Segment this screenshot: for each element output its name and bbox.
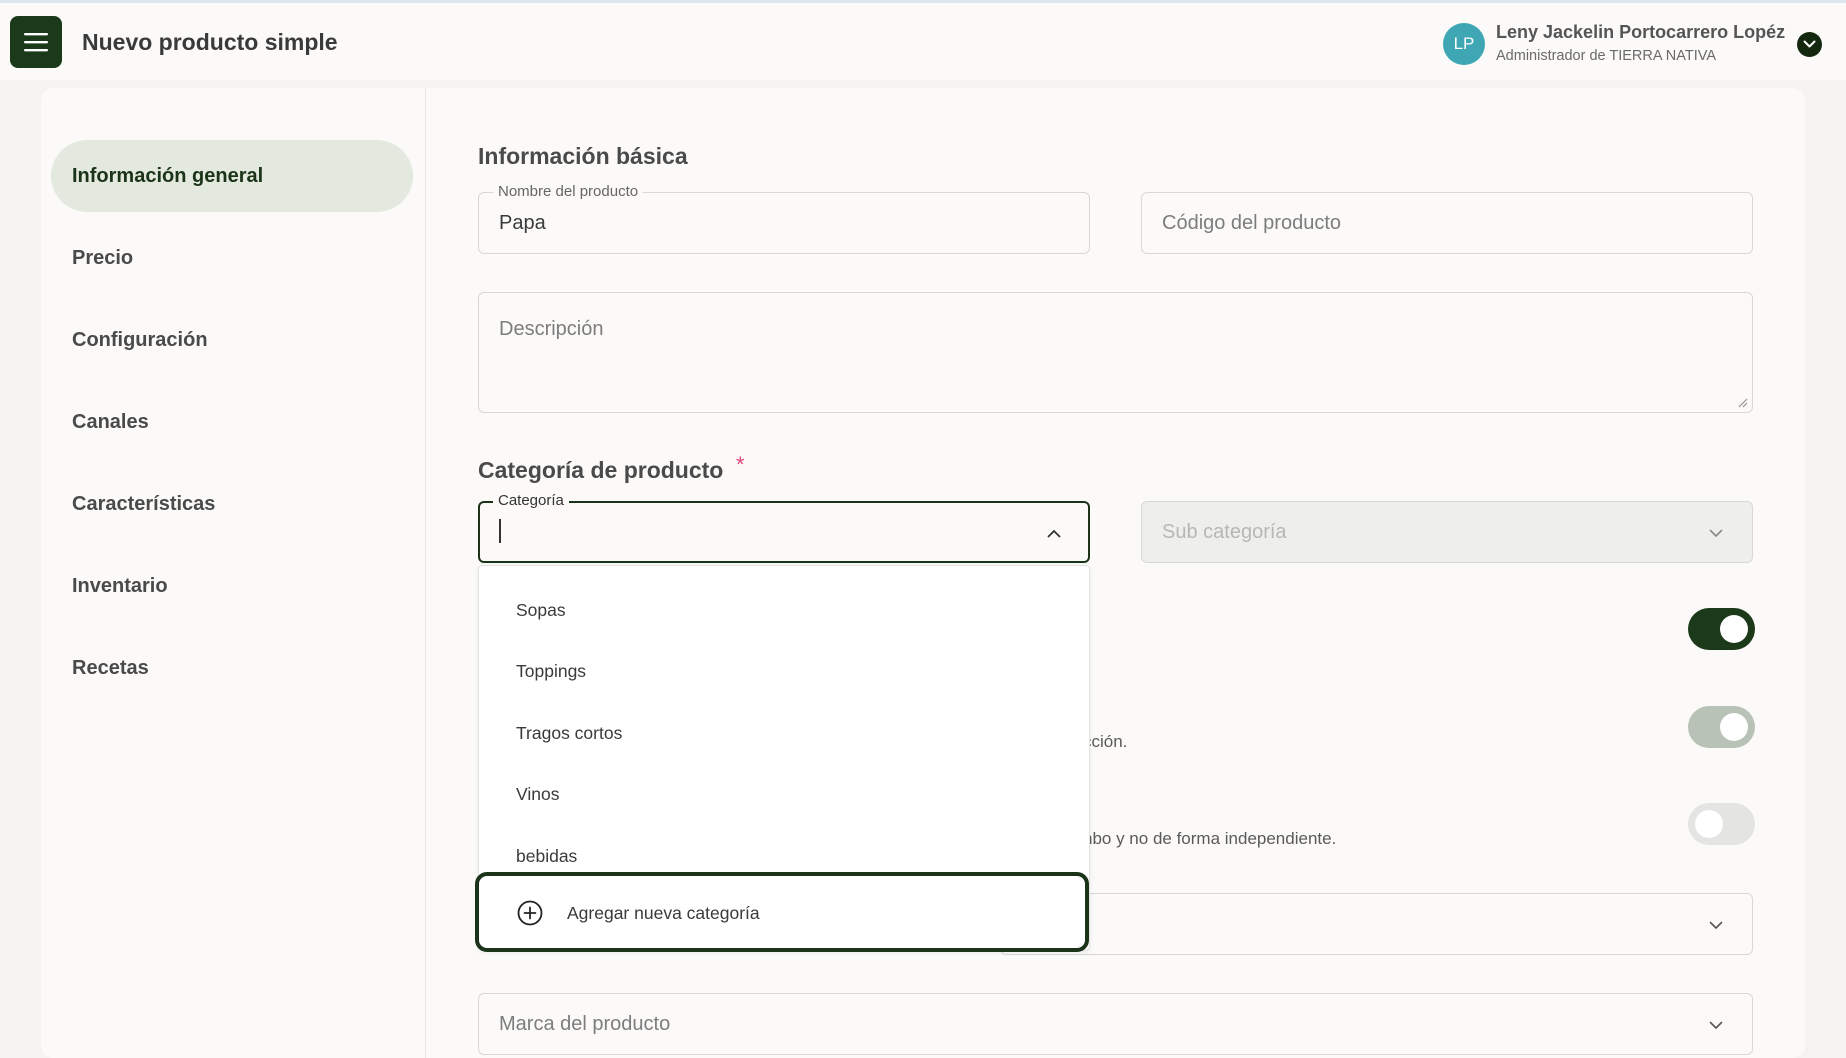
sidebar-item-label: Precio — [72, 247, 134, 269]
sidebar-item-label: Recetas — [72, 657, 149, 679]
chevron-down-icon — [1709, 1021, 1723, 1029]
product-name-field[interactable]: Nombre del producto Papa — [478, 183, 1090, 254]
sidebar-item-label: Canales — [72, 411, 149, 433]
chevron-down-icon — [1709, 921, 1723, 929]
product-name-value: Papa — [499, 212, 546, 234]
category-label: Categoría — [493, 492, 569, 509]
add-category-button[interactable]: Agregar nueva categoría — [475, 872, 1089, 952]
category-select[interactable]: Categoría — [478, 492, 1090, 563]
chevron-down-icon — [1803, 40, 1816, 48]
sidebar-item-configuracion[interactable]: Configuración — [51, 304, 413, 376]
option-label: Vinos — [516, 784, 560, 804]
sidebar-item-label: Configuración — [72, 329, 208, 351]
sidebar-item-precio[interactable]: Precio — [51, 222, 413, 294]
toggle-switch-1[interactable] — [1688, 608, 1755, 650]
category-option-sopas[interactable]: Sopas — [479, 580, 1089, 640]
toggle-knob — [1720, 615, 1748, 643]
sidebar-item-label: Características — [72, 493, 216, 515]
menu-button[interactable] — [10, 16, 62, 68]
sidebar-nav: Información general Precio Configuración… — [41, 88, 426, 1058]
option-label: Tragos cortos — [516, 723, 623, 743]
hamburger-menu-icon — [24, 33, 48, 52]
toggle-knob — [1720, 713, 1748, 741]
page-title: Nuevo producto simple — [82, 29, 338, 55]
text-cursor — [499, 519, 501, 543]
avatar[interactable]: LP — [1443, 23, 1485, 65]
toggle-description-3: nbo y no de forma independiente. — [1083, 829, 1337, 848]
sidebar-item-label: Información general — [72, 165, 264, 187]
option-label: Sopas — [516, 600, 566, 620]
chevron-down-icon — [1709, 529, 1723, 537]
chevron-up-icon[interactable] — [1047, 529, 1061, 538]
toggle-switch-3[interactable] — [1688, 803, 1755, 845]
required-asterisk: * — [736, 452, 745, 477]
option-label: Toppings — [516, 661, 587, 681]
product-code-placeholder: Código del producto — [1162, 212, 1342, 234]
sidebar-item-label: Inventario — [72, 575, 168, 597]
description-field[interactable]: Descripción — [478, 292, 1753, 413]
hidden-select-field[interactable] — [1000, 893, 1753, 955]
brand-placeholder: Marca del producto — [499, 1013, 671, 1035]
user-menu-toggle[interactable] — [1797, 32, 1822, 57]
sidebar-item-recetas[interactable]: Recetas — [51, 632, 413, 704]
category-option-tragos-cortos[interactable]: Tragos cortos — [479, 703, 1089, 763]
subcategory-select: Sub categoría — [1141, 501, 1753, 563]
add-category-label: Agregar nueva categoría — [567, 903, 760, 923]
subcategory-placeholder: Sub categoría — [1162, 521, 1287, 543]
toggle-switch-2[interactable] — [1688, 706, 1755, 748]
option-label: bebidas — [516, 846, 578, 866]
category-title: Categoría de producto — [478, 457, 724, 483]
basic-info-title: Información básica — [478, 143, 688, 169]
app-header: Nuevo producto simple LP Leny Jackelin P… — [0, 3, 1846, 80]
category-option-toppings[interactable]: Toppings — [479, 641, 1089, 701]
description-placeholder: Descripción — [499, 318, 604, 340]
toggle-knob — [1695, 810, 1723, 838]
product-name-label: Nombre del producto — [493, 183, 644, 200]
sidebar-item-inventario[interactable]: Inventario — [51, 550, 413, 622]
resize-handle-icon[interactable] — [1738, 398, 1748, 408]
sidebar-item-canales[interactable]: Canales — [51, 386, 413, 458]
user-name: Leny Jackelin Portocarrero Lopéz — [1496, 22, 1786, 42]
category-option-vinos[interactable]: Vinos — [479, 764, 1089, 824]
sidebar-item-informacion-general[interactable]: Información general — [51, 140, 413, 212]
brand-select[interactable]: Marca del producto — [478, 993, 1753, 1055]
product-code-field[interactable]: Código del producto — [1141, 192, 1753, 254]
sidebar-item-caracteristicas[interactable]: Características — [51, 468, 413, 540]
user-role: Administrador de TIERRA NATIVA — [1496, 48, 1716, 64]
plus-circle-icon — [517, 900, 543, 926]
